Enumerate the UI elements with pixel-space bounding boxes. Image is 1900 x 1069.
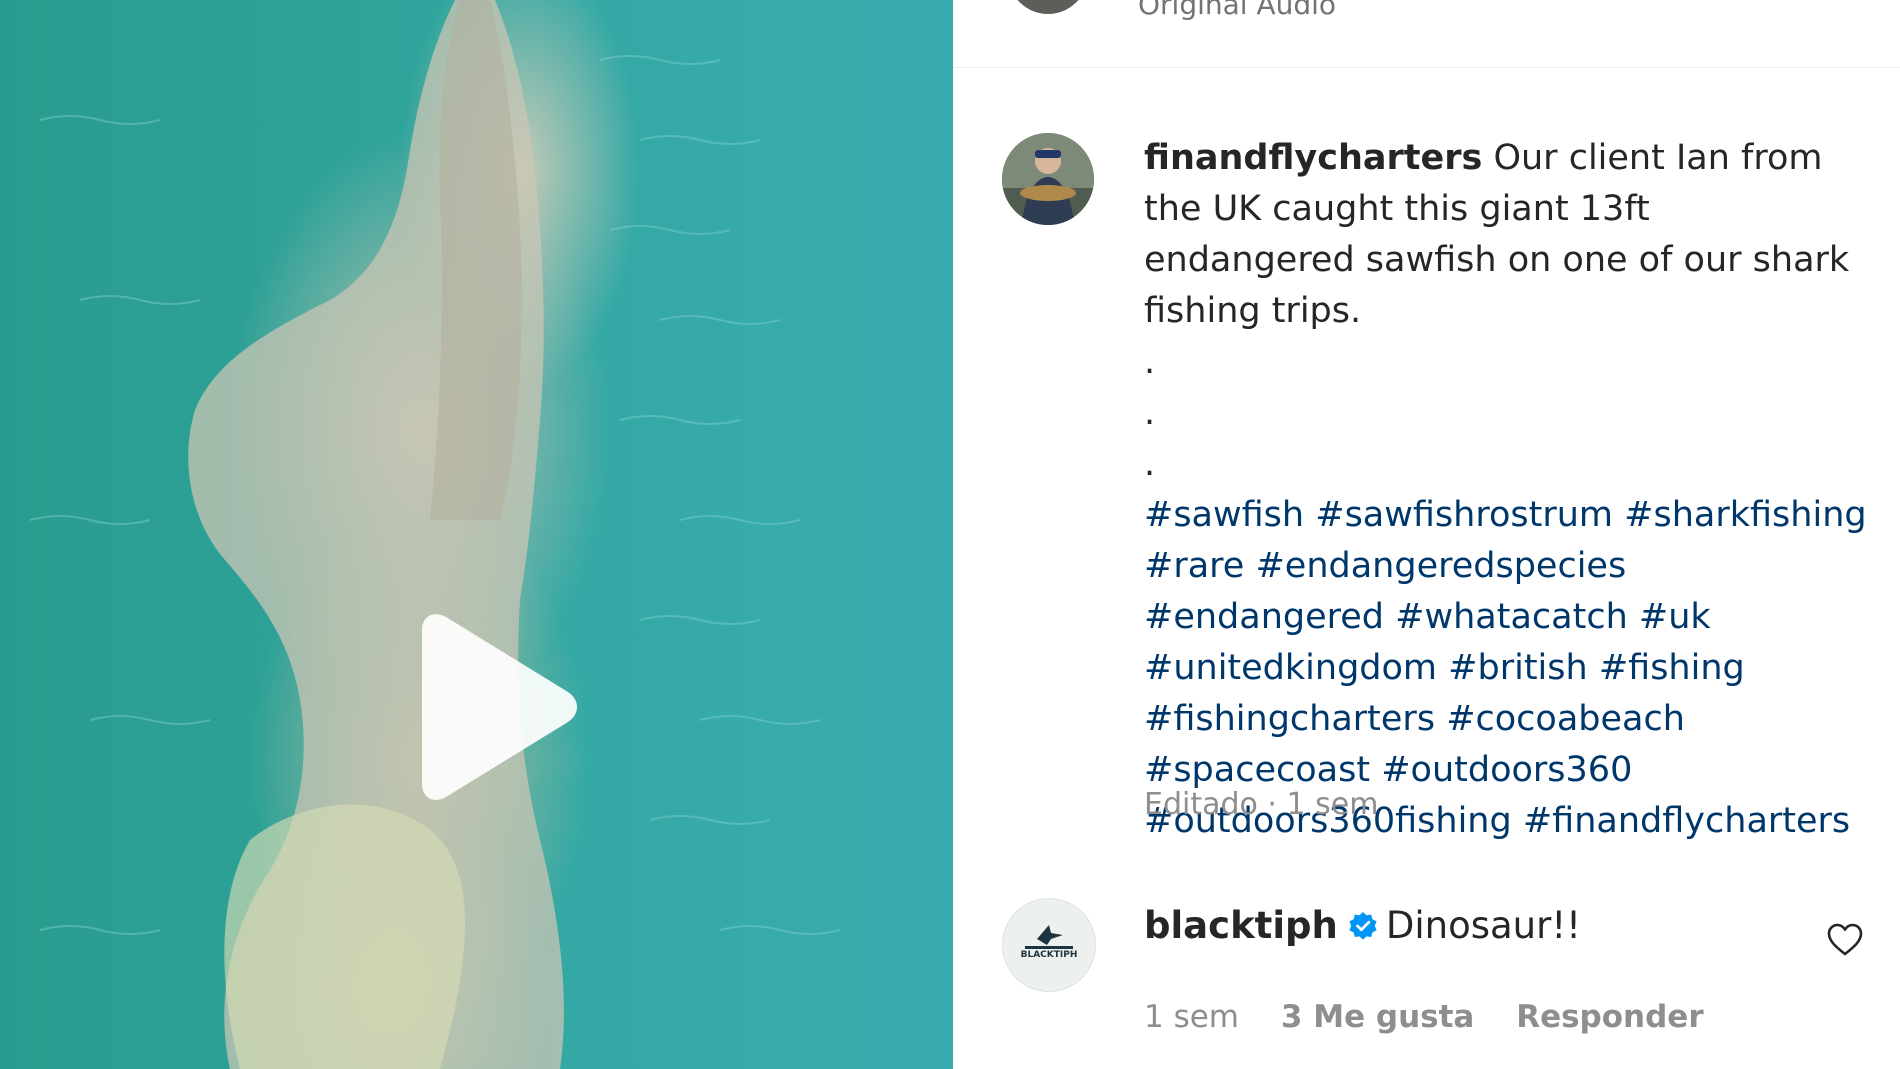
blacktiph-logo: BLACKTIPH [1021,925,1078,960]
caption-dot: . [1144,444,1156,484]
video-frame [29,0,841,1069]
caption-username[interactable]: finandflycharters [1144,138,1482,178]
hashtag-link[interactable]: #spacecoast [1144,750,1370,790]
hashtag-link[interactable]: #british [1448,648,1588,688]
hashtag-link[interactable]: #outdoors360 [1381,750,1632,790]
hashtag-link[interactable]: #finandflycharters [1523,801,1850,841]
post-timestamp[interactable]: 1 sem [1287,787,1379,822]
video-player[interactable] [0,0,953,1069]
hashtag-link[interactable]: #fishingcharters [1144,699,1435,739]
hashtag-link[interactable]: #fishing [1599,648,1745,688]
hashtag-link[interactable]: #sawfishrostrum [1315,495,1613,535]
edited-label: Editado [1144,787,1258,822]
post-meta: Editado · 1 sem [1144,787,1378,822]
avatar-photo [1002,133,1094,225]
avatar[interactable] [1002,133,1094,225]
post-header: Original Audio [953,0,1900,68]
comment-timestamp[interactable]: 1 sem [1144,999,1239,1035]
comment-body: blacktiph Dinosaur!! [1144,900,1581,952]
comment-likes[interactable]: 3 Me gusta [1281,999,1474,1035]
verified-badge-icon [1349,912,1377,940]
logo-wordmark: BLACKTIPH [1021,950,1078,960]
heart-outline-icon[interactable] [1826,921,1864,959]
hashtag-link[interactable]: #endangeredspecies [1255,546,1626,586]
hashtag-link[interactable]: #sawfish [1144,495,1304,535]
caption-dot: . [1144,342,1156,382]
header-avatar[interactable] [1008,0,1088,14]
meta-separator: · [1257,787,1287,822]
comment-text: Dinosaur!! [1385,904,1582,947]
comment-meta: 1 sem 3 Me gusta Responder [1144,999,1736,1035]
hashtag-link[interactable]: #cocoabeach [1446,699,1685,739]
comment-username[interactable]: blacktiph [1144,904,1338,947]
hashtag-link[interactable]: #whatacatch [1395,597,1628,637]
audio-label[interactable]: Original Audio [1138,0,1336,21]
reply-button[interactable]: Responder [1516,999,1703,1035]
hashtag-link[interactable]: #uk [1639,597,1711,637]
play-icon[interactable] [400,612,580,802]
comment-avatar[interactable]: BLACKTIPH [1002,898,1096,992]
caption-dot: . [1144,393,1156,433]
hashtag-link[interactable]: #rare [1144,546,1244,586]
post-caption: finandflycharters Our client Ian from th… [1144,133,1869,847]
post-details-panel: Original Audio finandflycharters Our cli… [953,0,1900,1069]
hashtag-link[interactable]: #unitedkingdom [1144,648,1437,688]
hashtag-link[interactable]: #endangered [1144,597,1384,637]
hashtag-link[interactable]: #sharkfishing [1624,495,1866,535]
